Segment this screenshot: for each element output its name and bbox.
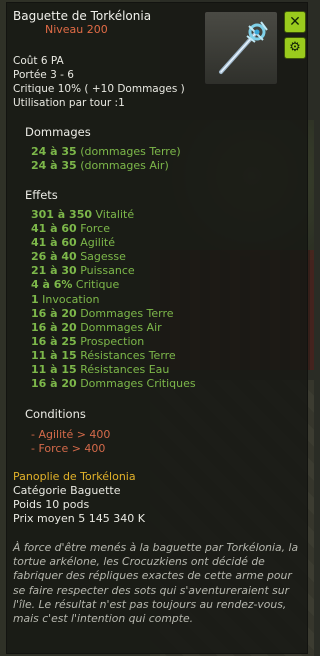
meta-weight: Poids 10 pods	[13, 498, 90, 511]
settings-button[interactable]: ⚙	[284, 37, 306, 59]
item-image	[204, 11, 278, 85]
damage-row: 24 à 35 (dommages Air)	[31, 159, 169, 173]
damages-list: 24 à 35 (dommages Terre) 24 à 35 (dommag…	[31, 145, 181, 173]
effect-row: 16 à 20 Dommages Critiques	[31, 377, 196, 391]
effect-row: 11 à 15 Résistances Terre	[31, 348, 176, 362]
conditions-list: - Agilité > 400 - Force > 400	[31, 428, 110, 456]
stat-range: Portée 3 - 6	[13, 69, 74, 81]
item-description: À force d'être menés à la baguette par T…	[13, 541, 299, 626]
item-tooltip: Baguette de Torkélonia Niveau 200 ✕ ⚙ Co…	[6, 2, 308, 654]
item-name: Baguette de Torkélonia	[13, 9, 152, 23]
effect-row: 11 à 15 Résistances Eau	[31, 363, 170, 377]
effect-row: 16 à 20 Dommages Air	[31, 320, 162, 334]
effect-row: 301 à 350 Vitalité	[31, 208, 135, 221]
effect-row: 41 à 60 Agilité	[31, 236, 115, 250]
close-button[interactable]: ✕	[284, 11, 306, 33]
effects-list: 301 à 350 Vitalité 41 à 60 Force 41 à 60…	[31, 208, 196, 391]
stat-uses-per-turn: Utilisation par tour :1	[13, 97, 125, 109]
damage-row: 24 à 35 (dommages Terre)	[31, 145, 181, 158]
effect-row: 41 à 60 Force	[31, 222, 110, 236]
item-meta: Catégorie Baguette Poids 10 pods Prix mo…	[13, 484, 145, 526]
meta-average-price: Prix moyen 5 145 340 K	[13, 512, 145, 525]
conditions-title: Conditions	[25, 407, 86, 421]
effect-row: 4 à 6% Critique	[31, 278, 120, 292]
item-stats: Coût 6 PA Portée 3 - 6 Critique 10% ( +1…	[13, 54, 185, 110]
condition-row: - Force > 400	[31, 442, 106, 455]
effect-row: 16 à 25 Prospection	[31, 334, 145, 348]
stat-cost: Coût 6 PA	[13, 55, 64, 67]
damages-title: Dommages	[25, 125, 91, 139]
meta-category: Catégorie Baguette	[13, 484, 121, 497]
effect-row: 21 à 30 Puissance	[31, 264, 135, 278]
set-name-link[interactable]: Panoplie de Torkélonia	[13, 470, 136, 483]
stat-critical: Critique 10% ( +10 Dommages )	[13, 83, 185, 95]
close-icon: ✕	[289, 14, 301, 30]
effect-row: 16 à 20 Dommages Terre	[31, 306, 174, 320]
condition-row: - Agilité > 400	[31, 428, 111, 441]
effect-row: 1 Invocation	[31, 292, 100, 306]
item-level: Niveau 200	[45, 23, 108, 36]
wand-icon	[219, 21, 268, 74]
gear-icon: ⚙	[289, 40, 301, 55]
effect-row: 26 à 40 Sagesse	[31, 250, 126, 264]
effects-title: Effets	[25, 188, 58, 202]
item-header: Baguette de Torkélonia Niveau 200	[13, 9, 151, 36]
